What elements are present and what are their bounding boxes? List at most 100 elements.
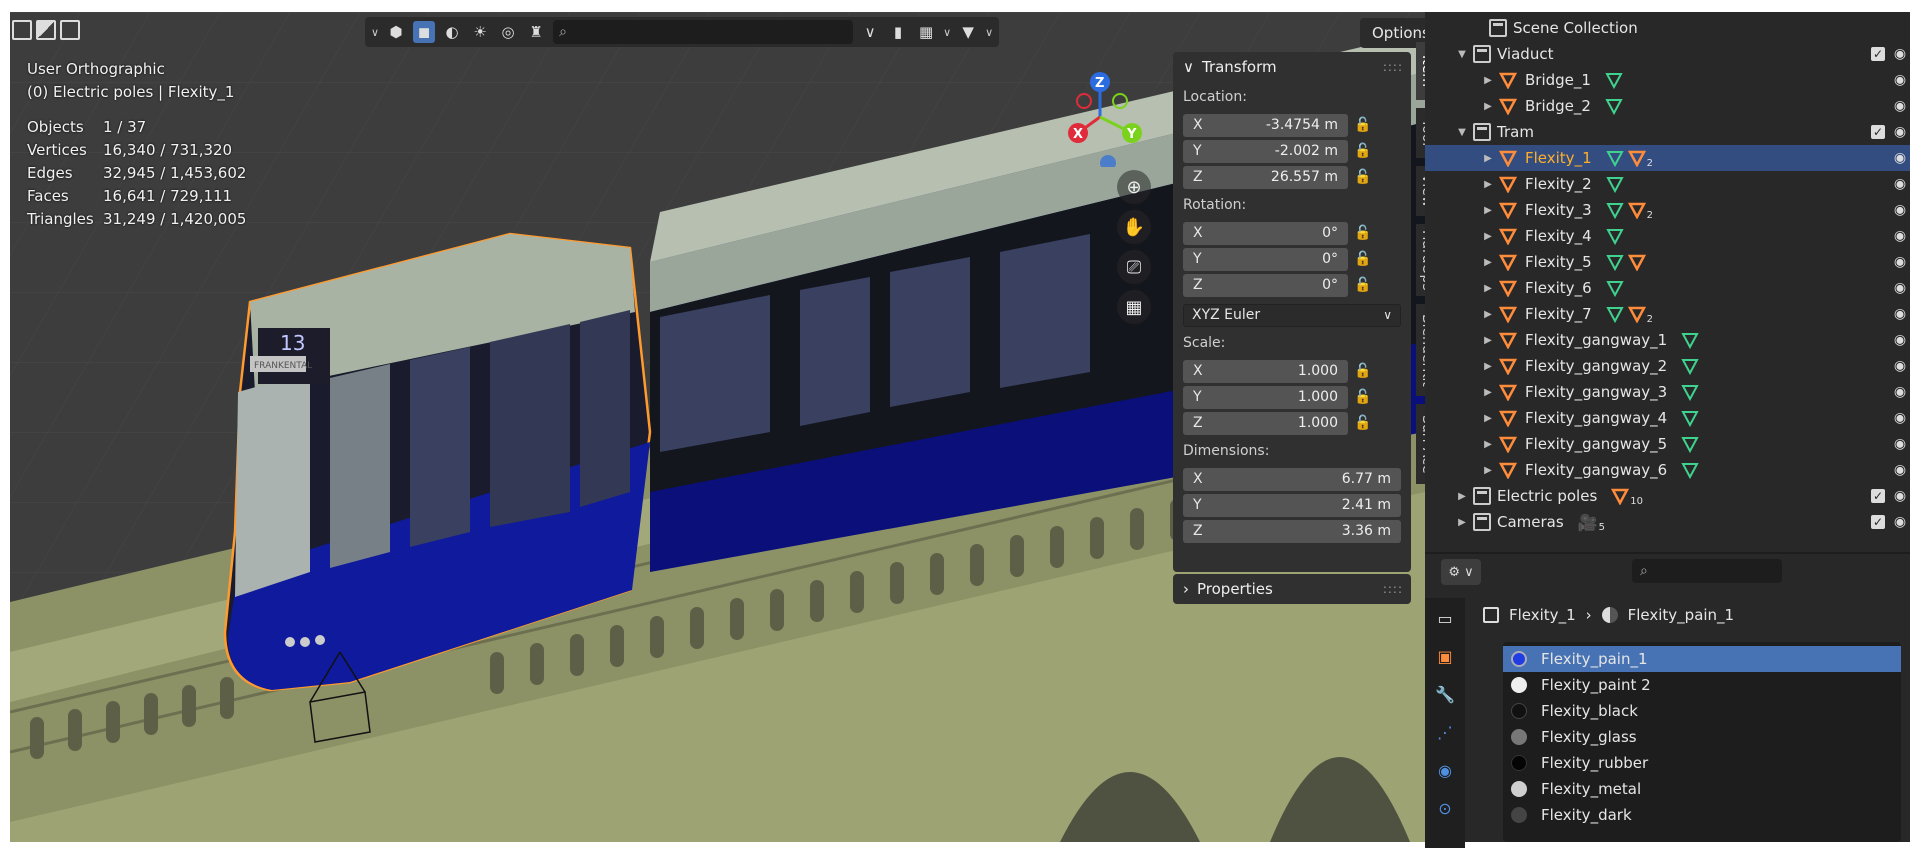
checkbox-icon[interactable]: ✓ — [1871, 125, 1885, 139]
camera-view-icon[interactable]: ⎚ — [1117, 250, 1151, 284]
outliner-flexity-gangway-1[interactable]: ▶ Flexity_gangway_1 ◉ — [1425, 327, 1910, 353]
rotation-y-field[interactable]: Y 0° — [1183, 247, 1348, 271]
outliner-flexity-2[interactable]: ▶ Flexity_2 ◉ — [1425, 171, 1910, 197]
mesh-data-icon[interactable] — [1605, 305, 1624, 323]
eye-icon[interactable]: ◉ — [1892, 384, 1908, 400]
bookmark-icon[interactable]: ▮ — [887, 21, 909, 43]
lock-icon[interactable]: 🔓 — [1348, 143, 1378, 159]
expand-right-icon[interactable]: ▶ — [1481, 387, 1495, 398]
lock-icon[interactable]: 🔓 — [1348, 415, 1378, 431]
eye-icon[interactable]: ◉ — [1892, 514, 1908, 530]
expand-right-icon[interactable]: ▶ — [1481, 465, 1495, 476]
eye-icon[interactable]: ◉ — [1892, 46, 1908, 62]
lock-icon[interactable]: 🔓 — [1348, 251, 1378, 267]
outliner-electric-poles[interactable]: ▶ Electric poles 10 ✓ ◉ — [1425, 483, 1910, 509]
eye-icon[interactable]: ◉ — [1892, 228, 1908, 244]
mesh-data-icon[interactable] — [1681, 461, 1699, 479]
outliner-bridge-1[interactable]: ▶ Bridge_1 ◉ — [1425, 67, 1910, 93]
camera-icon[interactable]: 🎥 — [1578, 513, 1598, 532]
material-slot[interactable]: Flexity_rubber — [1503, 750, 1901, 776]
location-x-field[interactable]: X -3.4754 m — [1183, 113, 1348, 137]
expand-right-icon[interactable]: ▶ — [1481, 75, 1495, 86]
mesh-data-icon[interactable] — [1605, 97, 1623, 115]
eye-icon[interactable]: ◉ — [1892, 358, 1908, 374]
expand-right-icon[interactable]: ▶ — [1481, 257, 1495, 268]
mesh-data-icon[interactable] — [1605, 71, 1623, 89]
outliner-flexity-1[interactable]: ▶ Flexity_1 2 ◉ — [1425, 145, 1910, 171]
checkbox-icon[interactable]: ✓ — [1871, 47, 1885, 61]
lock-icon[interactable]: 🔓 — [1348, 169, 1378, 185]
world-icon[interactable]: ◎ — [497, 21, 519, 43]
expand-right-icon[interactable]: ▶ — [1481, 153, 1495, 164]
scale-x-field[interactable]: X 1.000 — [1183, 359, 1348, 383]
expand-down-icon[interactable]: ▼ — [1455, 127, 1469, 138]
eye-icon[interactable]: ◉ — [1892, 462, 1908, 478]
eye-icon[interactable]: ◉ — [1892, 150, 1908, 166]
solid-shading-icon[interactable]: ◼ — [413, 21, 436, 43]
mesh-data-icon[interactable] — [1681, 409, 1699, 427]
rotation-mode-select[interactable]: XYZ Euler ∨ — [1183, 303, 1401, 327]
outliner-flexity-gangway-3[interactable]: ▶ Flexity_gangway_3 ◉ — [1425, 379, 1910, 405]
object-tab-icon[interactable]: ▣ — [1431, 642, 1459, 670]
rotation-x-field[interactable]: X 0° — [1183, 221, 1348, 245]
eye-icon[interactable]: ◉ — [1892, 332, 1908, 348]
select-new-icon[interactable] — [12, 20, 32, 40]
outliner-viaduct[interactable]: ▼ Viaduct ✓ ◉ — [1425, 41, 1910, 67]
modifier-icon[interactable] — [1627, 201, 1646, 219]
mesh-data-icon[interactable] — [1605, 227, 1624, 245]
chevron-down-icon[interactable]: ∨ — [371, 26, 379, 39]
eye-icon[interactable]: ◉ — [1892, 306, 1908, 322]
material-slot[interactable]: Flexity_dark — [1503, 802, 1901, 828]
collapse-icon[interactable]: ∨ — [859, 21, 881, 43]
expand-right-icon[interactable]: ▶ — [1481, 413, 1495, 424]
eye-icon[interactable]: ◉ — [1892, 436, 1908, 452]
mesh-data-icon[interactable] — [1605, 175, 1624, 193]
mesh-data-icon[interactable] — [1605, 279, 1624, 297]
drag-handle-icon[interactable]: :::: — [1383, 60, 1403, 74]
expand-right-icon[interactable]: ▶ — [1481, 231, 1495, 242]
chevron-down-icon[interactable]: ∨ — [985, 26, 993, 39]
eye-icon[interactable]: ◉ — [1892, 410, 1908, 426]
outliner-flexity-4[interactable]: ▶ Flexity_4 ◉ — [1425, 223, 1910, 249]
checkbox-icon[interactable]: ✓ — [1871, 515, 1885, 529]
expand-right-icon[interactable]: ▶ — [1481, 205, 1495, 216]
material-slot[interactable]: Flexity_pain_1 — [1503, 646, 1901, 672]
lock-icon[interactable]: 🔓 — [1348, 389, 1378, 405]
mesh-object-icon[interactable] — [1611, 487, 1630, 505]
transform-panel-header[interactable]: ∨ Transform :::: — [1173, 52, 1411, 82]
gizmo-color-icon[interactable]: ⬢ — [385, 21, 407, 43]
eye-icon[interactable]: ◉ — [1892, 254, 1908, 270]
mesh-data-icon[interactable] — [1605, 201, 1624, 219]
layout-icon[interactable]: ▦ — [915, 21, 937, 43]
material-slot[interactable]: Flexity_black — [1503, 698, 1901, 724]
eye-icon[interactable]: ◉ — [1892, 202, 1908, 218]
expand-right-icon[interactable]: ▶ — [1481, 283, 1495, 294]
lock-icon[interactable]: 🔓 — [1348, 225, 1378, 241]
eye-icon[interactable]: ◉ — [1892, 72, 1908, 88]
outliner-flexity-7[interactable]: ▶ Flexity_7 2 ◉ — [1425, 301, 1910, 327]
outliner-tram[interactable]: ▼ Tram ✓ ◉ — [1425, 119, 1910, 145]
drag-handle-icon[interactable]: :::: — [1383, 582, 1403, 596]
select-subtract-icon[interactable] — [60, 20, 80, 40]
expand-right-icon[interactable]: ▶ — [1481, 335, 1495, 346]
lock-icon[interactable]: 🔓 — [1348, 117, 1378, 133]
outliner-cameras[interactable]: ▶ Cameras 🎥 5 ✓ ◉ — [1425, 509, 1910, 535]
chevron-down-icon[interactable]: ∨ — [943, 26, 951, 39]
mesh-data-icon[interactable] — [1681, 383, 1699, 401]
breadcrumb-material[interactable]: Flexity_pain_1 — [1628, 606, 1735, 624]
eye-icon[interactable]: ◉ — [1892, 280, 1908, 296]
dimensions-y-field[interactable]: Y 2.41 m — [1183, 493, 1401, 517]
expand-right-icon[interactable]: ▶ — [1455, 517, 1469, 528]
scale-y-field[interactable]: Y 1.000 — [1183, 385, 1348, 409]
location-z-field[interactable]: Z 26.557 m — [1183, 165, 1348, 189]
mesh-data-icon[interactable] — [1681, 435, 1699, 453]
pan-hand-icon[interactable]: ✋ — [1117, 210, 1151, 244]
checkbox-icon[interactable]: ✓ — [1871, 489, 1885, 503]
navigation-gizmo[interactable]: Z X Y — [1050, 67, 1150, 167]
material-slot[interactable]: Flexity_metal — [1503, 776, 1901, 802]
properties-search-input[interactable]: ⌕ — [1632, 559, 1782, 583]
modifier-tab-icon[interactable]: 🔧 — [1431, 680, 1459, 708]
dimensions-z-field[interactable]: Z 3.36 m — [1183, 519, 1401, 543]
scale-z-field[interactable]: Z 1.000 — [1183, 411, 1348, 435]
modifier-icon[interactable] — [1627, 149, 1646, 167]
